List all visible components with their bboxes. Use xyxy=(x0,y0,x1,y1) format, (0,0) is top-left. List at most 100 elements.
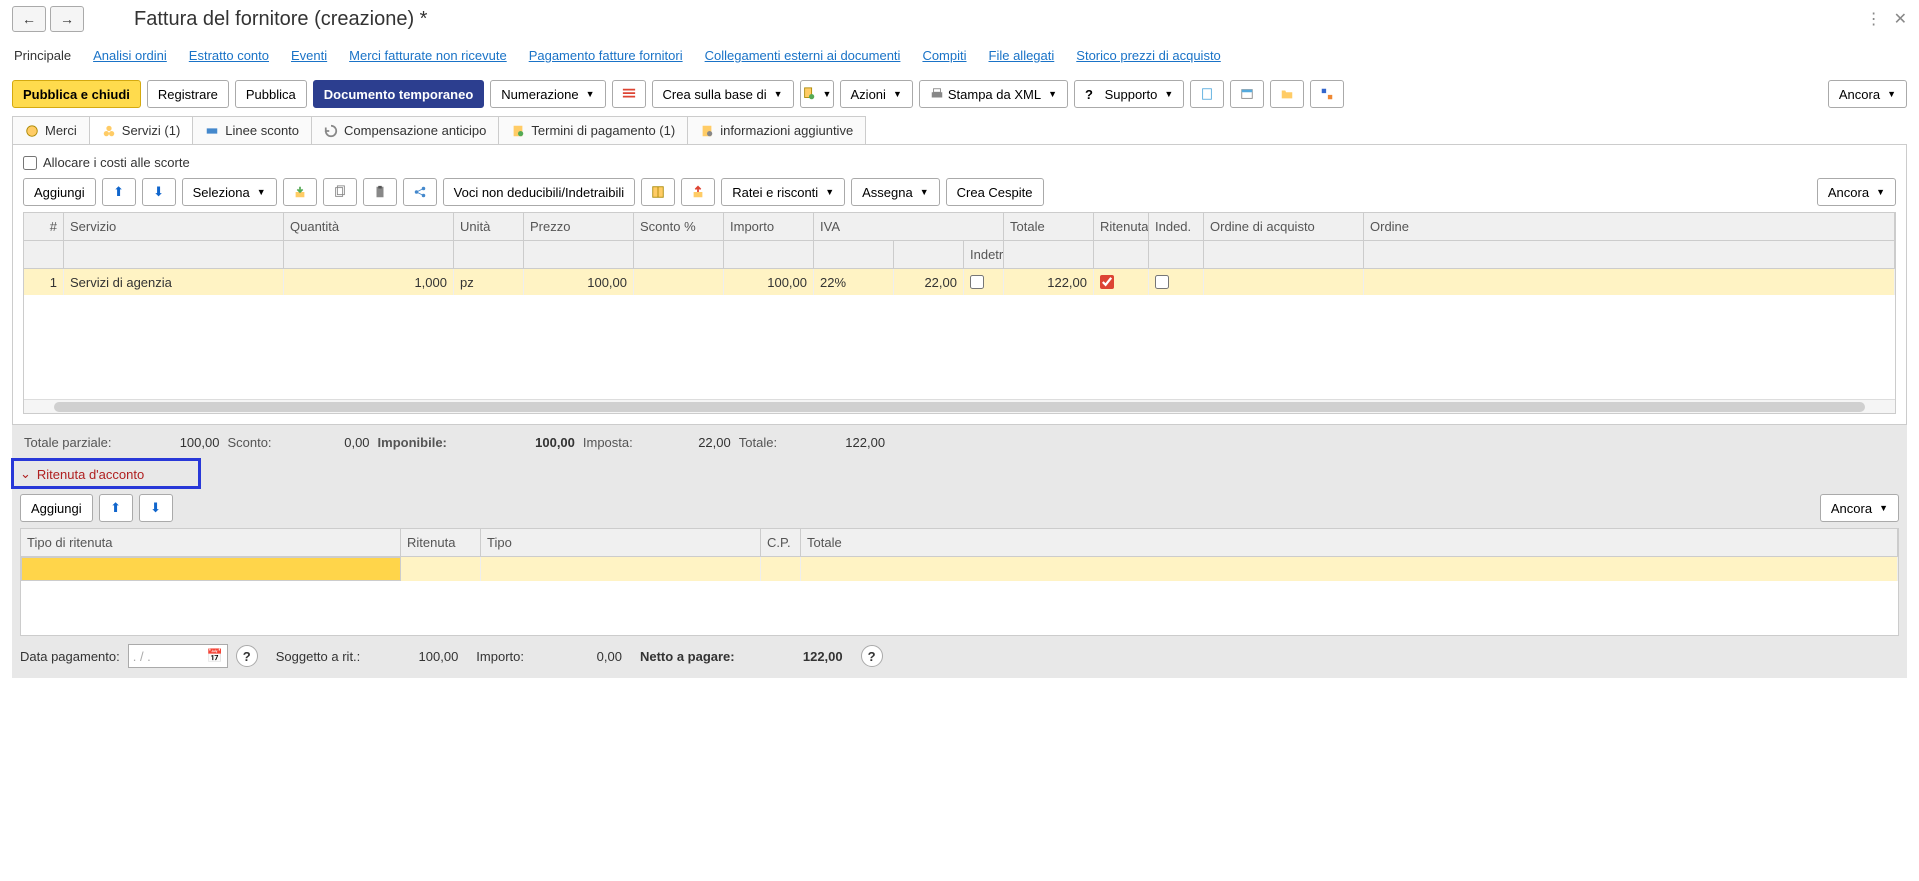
ratei-button[interactable]: Ratei e risconti▼ xyxy=(721,178,845,206)
subtab-servizi[interactable]: Servizi (1) xyxy=(89,116,194,144)
table-row[interactable]: 1 Servizi di agenzia 1,000 pz 100,00 100… xyxy=(24,269,1895,295)
assegna-button[interactable]: Assegna▼ xyxy=(851,178,940,206)
document-icon-button[interactable]: ▼ xyxy=(800,80,834,108)
footer-move-up-button[interactable]: ⬆ xyxy=(99,494,133,522)
col-ordine[interactable]: Ordine xyxy=(1364,213,1895,240)
highlight-annotation xyxy=(11,458,201,489)
tab-merci-fatturate[interactable]: Merci fatturate non ricevute xyxy=(347,42,509,71)
subtab-linee[interactable]: Linee sconto xyxy=(192,116,312,144)
col-quantita[interactable]: Quantità xyxy=(284,213,454,240)
window-icon-button[interactable] xyxy=(1230,80,1264,108)
ancora-button[interactable]: Ancora▼ xyxy=(1828,80,1907,108)
pubblica-button[interactable]: Pubblica xyxy=(235,80,307,108)
paste-button[interactable] xyxy=(363,178,397,206)
col-inded[interactable]: Inded. xyxy=(1149,213,1204,240)
seleziona-button[interactable]: Seleziona▼ xyxy=(182,178,277,206)
footer-move-down-button[interactable]: ⬇ xyxy=(139,494,173,522)
cell-indetr xyxy=(964,269,1004,295)
netto-value: 122,00 xyxy=(743,649,843,664)
totale-parziale-label: Totale parziale: xyxy=(24,435,111,450)
ritenuta-row[interactable] xyxy=(21,557,1898,581)
registrare-button[interactable]: Registrare xyxy=(147,80,229,108)
tab-storico[interactable]: Storico prezzi di acquisto xyxy=(1074,42,1223,71)
col-servizio[interactable]: Servizio xyxy=(64,213,284,240)
documento-temporaneo-button[interactable]: Documento temporaneo xyxy=(313,80,485,108)
footer-aggiungi-button[interactable]: Aggiungi xyxy=(20,494,93,522)
share-button[interactable] xyxy=(403,178,437,206)
cell-prezzo: 100,00 xyxy=(524,269,634,295)
subtab-merci[interactable]: Merci xyxy=(12,116,90,144)
soggetto-label: Soggetto a rit.: xyxy=(276,649,361,664)
data-pagamento-input[interactable]: . / . 📅 xyxy=(128,644,228,668)
tab-eventi[interactable]: Eventi xyxy=(289,42,329,71)
help-data-icon[interactable]: ? xyxy=(236,645,258,667)
aggiungi-button[interactable]: Aggiungi xyxy=(23,178,96,206)
tab-principale[interactable]: Principale xyxy=(12,42,73,71)
col-cp[interactable]: C.P. xyxy=(761,529,801,556)
col-iva[interactable]: IVA xyxy=(814,213,1004,240)
more-icon[interactable]: ⋮ xyxy=(1866,9,1882,29)
puzzle-icon-button[interactable] xyxy=(1310,80,1344,108)
ritenuta-grid: Tipo di ritenuta Ritenuta Tipo C.P. Tota… xyxy=(20,528,1899,636)
tab-collegamenti[interactable]: Collegamenti esterni ai documenti xyxy=(703,42,903,71)
cell-importo: 100,00 xyxy=(724,269,814,295)
tab-analisi[interactable]: Analisi ordini xyxy=(91,42,169,71)
col-indetr[interactable]: Indetr xyxy=(964,241,1004,268)
imponibile-value: 100,00 xyxy=(455,435,575,450)
tab-estratto[interactable]: Estratto conto xyxy=(187,42,271,71)
tipo-ritenuta-cell[interactable] xyxy=(21,557,401,581)
subtab-termini[interactable]: Termini di pagamento (1) xyxy=(498,116,688,144)
doc-icon-button[interactable] xyxy=(1190,80,1224,108)
forward-button[interactable]: → xyxy=(50,6,84,32)
copy-button[interactable] xyxy=(323,178,357,206)
voci-button[interactable]: Voci non deducibili/Indetraibili xyxy=(443,178,636,206)
inded-checkbox[interactable] xyxy=(1155,275,1169,289)
subtab-compensazione[interactable]: Compensazione anticipo xyxy=(311,116,499,144)
pubblica-chiudi-button[interactable]: Pubblica e chiudi xyxy=(12,80,141,108)
indetr-checkbox[interactable] xyxy=(970,275,984,289)
col-ordine-acq[interactable]: Ordine di acquisto xyxy=(1204,213,1364,240)
col-prezzo[interactable]: Prezzo xyxy=(524,213,634,240)
tab-file[interactable]: File allegati xyxy=(987,42,1057,71)
close-icon[interactable]: ✕ xyxy=(1894,9,1907,29)
subtab-info[interactable]: informazioni aggiuntive xyxy=(687,116,866,144)
azioni-button[interactable]: Azioni▼ xyxy=(840,80,913,108)
totale-parziale-value: 100,00 xyxy=(119,435,219,450)
col-num[interactable]: # xyxy=(24,213,64,240)
col-unita[interactable]: Unità xyxy=(454,213,524,240)
tab-compiti[interactable]: Compiti xyxy=(920,42,968,71)
col-sconto[interactable]: Sconto % xyxy=(634,213,724,240)
col-f-totale[interactable]: Totale xyxy=(801,529,1898,556)
col-f-tipo[interactable]: Tipo xyxy=(481,529,761,556)
folder-icon-button[interactable] xyxy=(1270,80,1304,108)
ritenuta-section-toggle[interactable]: ⌄ Ritenuta d'acconto xyxy=(12,460,1907,488)
imponibile-label: Imponibile: xyxy=(378,435,447,450)
crea-cespite-button[interactable]: Crea Cespite xyxy=(946,178,1044,206)
stampa-xml-button[interactable]: Stampa da XML▼ xyxy=(919,80,1068,108)
col-totale[interactable]: Totale xyxy=(1004,213,1094,240)
col-ritenuta[interactable]: Ritenuta xyxy=(1094,213,1149,240)
col-f-ritenuta[interactable]: Ritenuta xyxy=(401,529,481,556)
import-button[interactable] xyxy=(283,178,317,206)
horizontal-scrollbar[interactable] xyxy=(24,399,1895,413)
cell-inded xyxy=(1149,269,1204,295)
footer-ancora-button[interactable]: Ancora▼ xyxy=(1820,494,1899,522)
allocare-checkbox[interactable] xyxy=(23,156,37,170)
inner-ancora-button[interactable]: Ancora▼ xyxy=(1817,178,1896,206)
ritenuta-checkbox[interactable] xyxy=(1100,275,1114,289)
numerazione-button[interactable]: Numerazione▼ xyxy=(490,80,605,108)
back-button[interactable]: ← xyxy=(12,6,46,32)
tab-pagamento[interactable]: Pagamento fatture fornitori xyxy=(527,42,685,71)
col-tipo-ritenuta[interactable]: Tipo di ritenuta xyxy=(21,529,401,556)
move-down-button[interactable]: ⬇ xyxy=(142,178,176,206)
help-netto-icon[interactable]: ? xyxy=(861,645,883,667)
table-icon-button[interactable] xyxy=(641,178,675,206)
col-importo[interactable]: Importo xyxy=(724,213,814,240)
crea-base-button[interactable]: Crea sulla base di▼ xyxy=(652,80,794,108)
calendar-icon[interactable]: 📅 xyxy=(207,648,223,664)
export-button[interactable] xyxy=(681,178,715,206)
supporto-button[interactable]: ? Supporto▼ xyxy=(1074,80,1184,108)
list-icon-button[interactable] xyxy=(612,80,646,108)
move-up-button[interactable]: ⬆ xyxy=(102,178,136,206)
cell-ordine xyxy=(1364,269,1895,295)
